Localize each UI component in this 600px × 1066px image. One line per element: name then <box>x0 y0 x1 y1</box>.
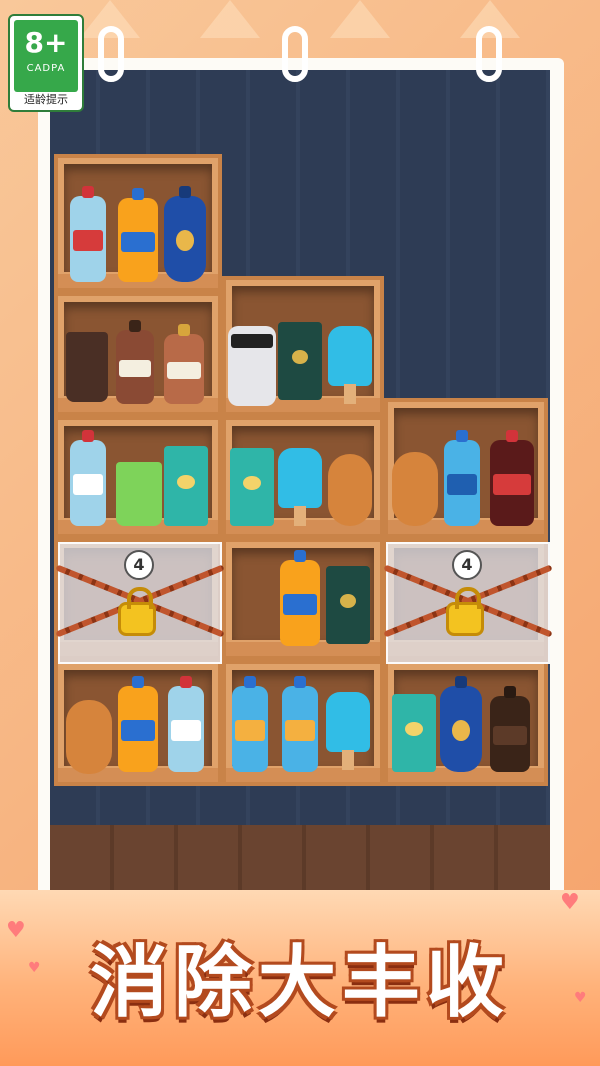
water-bottle-icon[interactable] <box>168 676 204 772</box>
padlock-icon <box>118 587 156 636</box>
popsicle-icon[interactable] <box>326 692 370 752</box>
water-bottle-icon[interactable] <box>70 186 106 282</box>
orange-soda-icon[interactable] <box>118 188 158 282</box>
juice-glass-icon[interactable] <box>116 462 162 526</box>
water-bottle-icon[interactable] <box>444 430 480 526</box>
tea-box-icon[interactable] <box>278 322 322 400</box>
lock-count: 4 <box>452 550 482 580</box>
decor-triangle <box>200 0 260 38</box>
decor-triangle <box>330 0 390 38</box>
syrup-bottle-icon[interactable] <box>164 324 204 404</box>
heart-icon: ♥ <box>560 890 580 915</box>
tea-box-icon[interactable] <box>164 446 208 526</box>
popsicle-stick <box>342 750 354 770</box>
locked-box[interactable]: 4 <box>383 542 553 664</box>
rating-org: CADPA <box>26 63 66 74</box>
coffee-cup-icon[interactable] <box>66 332 108 402</box>
cola-bottle-icon[interactable] <box>490 430 534 526</box>
age-rating: 8+ <box>24 26 68 59</box>
panda-jar-icon[interactable] <box>228 326 276 406</box>
bread-icon[interactable] <box>66 700 112 774</box>
bread-icon[interactable] <box>392 452 438 526</box>
water-bottle-icon[interactable] <box>70 430 106 526</box>
water-bottle-icon[interactable] <box>282 676 318 772</box>
popsicle-stick <box>294 506 306 526</box>
banner-title: 消除大丰收 <box>89 938 510 1028</box>
tea-box-icon[interactable] <box>230 448 274 526</box>
bread-icon[interactable] <box>328 454 372 526</box>
tea-box-icon[interactable] <box>392 694 436 772</box>
padlock-icon <box>446 587 484 636</box>
binder-ring <box>476 26 502 82</box>
syrup-bottle-icon[interactable] <box>116 320 154 404</box>
blue-liqueur-icon[interactable] <box>164 186 206 282</box>
water-bottle-icon[interactable] <box>232 676 268 772</box>
locked-box[interactable]: 4 <box>55 542 225 664</box>
age-tip: 适龄提示 <box>24 93 68 106</box>
syrup-bottle-icon[interactable] <box>490 686 530 772</box>
orange-soda-icon[interactable] <box>280 550 320 646</box>
popsicle-stick <box>344 384 356 404</box>
lock-count: 4 <box>124 550 154 580</box>
popsicle-icon[interactable] <box>278 448 322 508</box>
tea-box-icon[interactable] <box>326 566 370 644</box>
popsicle-icon[interactable] <box>328 326 372 386</box>
blue-liqueur-icon[interactable] <box>440 676 482 772</box>
age-rating-badge: 8+ CADPA 适龄提示 <box>8 14 84 112</box>
binder-ring <box>98 26 124 82</box>
orange-soda-icon[interactable] <box>118 676 158 772</box>
binder-ring <box>282 26 308 82</box>
